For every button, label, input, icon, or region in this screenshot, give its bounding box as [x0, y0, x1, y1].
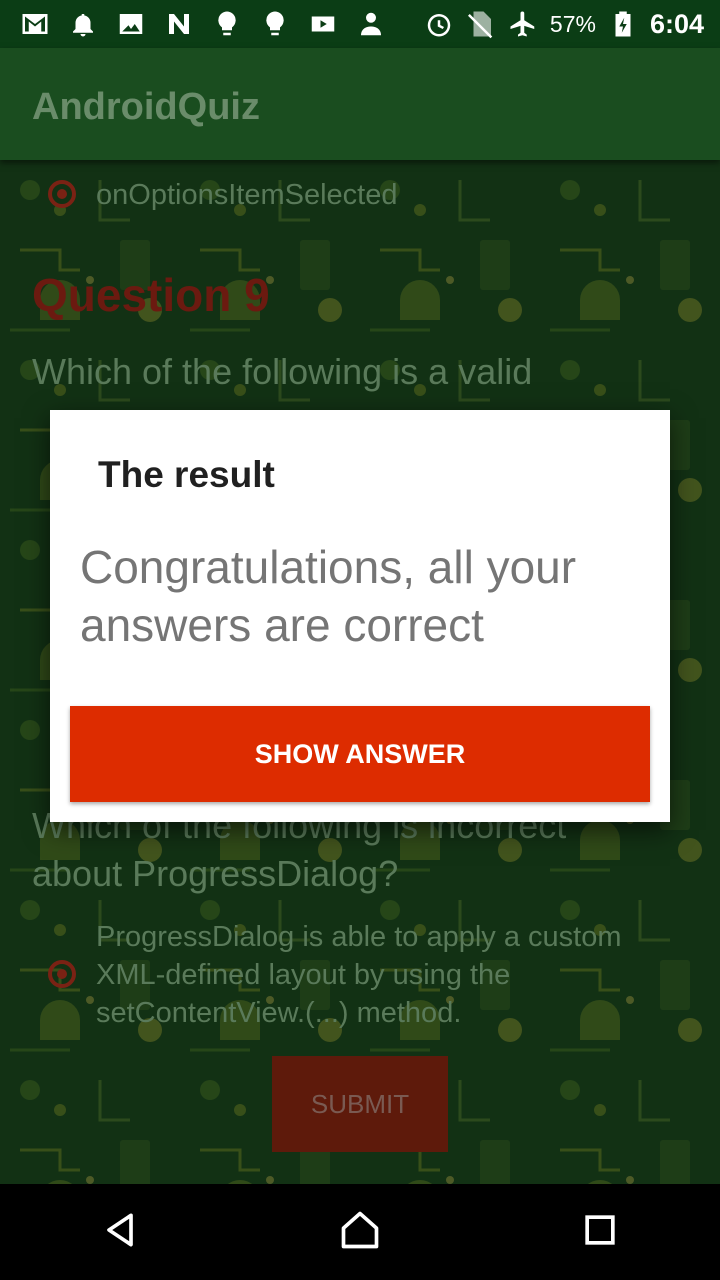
dialog-message: Congratulations, all your answers are co…	[80, 541, 577, 651]
navigation-bar	[0, 1184, 720, 1280]
n-icon	[164, 9, 194, 39]
airplane-icon	[508, 9, 538, 39]
app-title: AndroidQuiz	[32, 86, 260, 128]
radio-button-selected[interactable]	[48, 180, 76, 208]
option-label: ProgressDialog is able to apply a custom…	[96, 921, 622, 1029]
battery-percent: 57%	[549, 10, 596, 37]
question-heading: Question 9	[32, 269, 270, 321]
home-icon[interactable]	[338, 1208, 382, 1257]
back-icon[interactable]	[98, 1208, 142, 1257]
dialog-title: The result	[98, 454, 275, 495]
clock: 6:04	[649, 8, 704, 39]
submit-button[interactable]: SUBMIT	[272, 1056, 448, 1152]
youtube-icon	[308, 9, 338, 39]
battery-icon	[608, 9, 638, 39]
recents-icon[interactable]	[578, 1208, 622, 1257]
bell-icon	[68, 9, 98, 39]
question-text: Which of the following is a valid	[32, 351, 533, 392]
image-icon	[116, 9, 146, 39]
result-dialog: The result Congratulations, all your ans…	[50, 410, 670, 822]
question-text: about ProgressDialog?	[32, 853, 399, 894]
person-icon	[356, 9, 386, 39]
show-answer-button[interactable]: SHOW ANSWER	[70, 706, 650, 802]
app-bar: AndroidQuiz	[0, 48, 720, 160]
radio-button-selected[interactable]	[48, 960, 76, 988]
gmail-icon	[20, 9, 50, 39]
option-label: onOptionsItemSelected	[96, 179, 398, 211]
bulb-icon	[212, 9, 242, 39]
bulb-icon	[260, 9, 290, 39]
status-bar: 57% 6:04	[0, 0, 720, 48]
no-sim-icon	[466, 9, 496, 39]
alarm-icon	[424, 9, 454, 39]
